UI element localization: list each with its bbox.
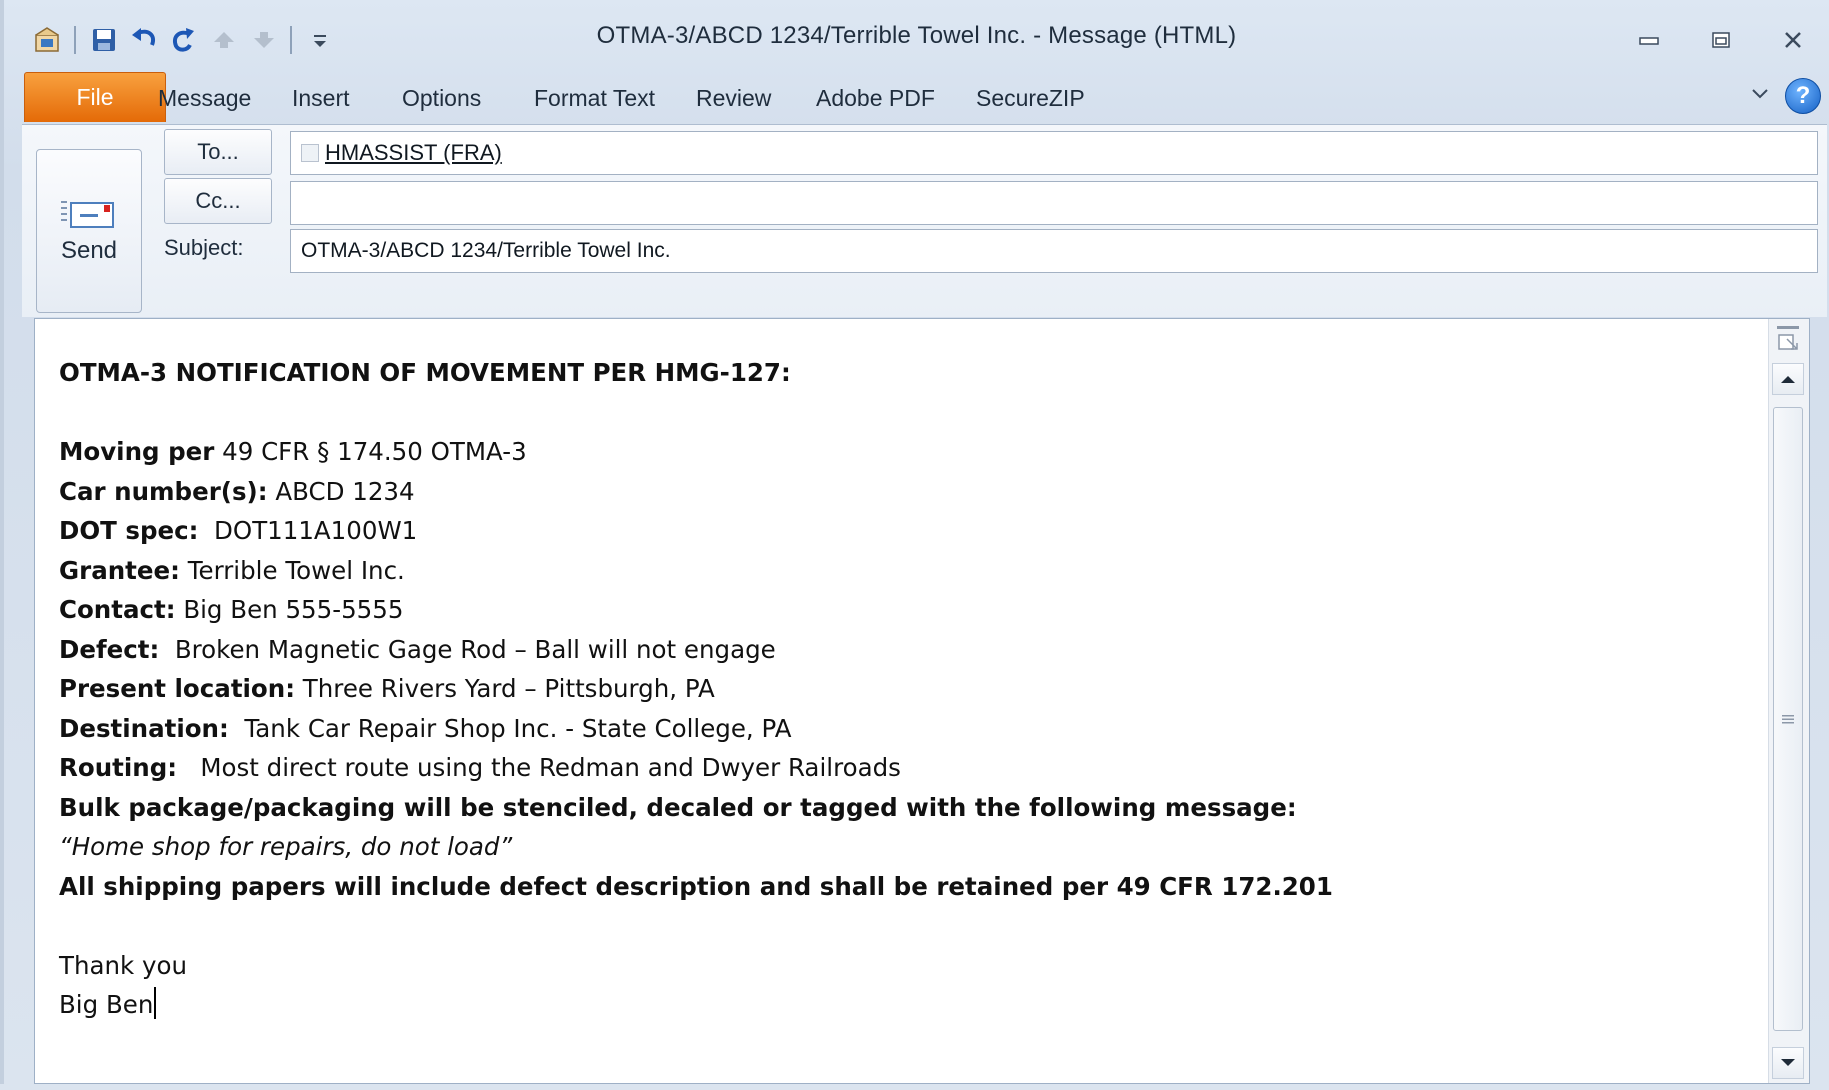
scroll-down-arrow-icon [1781,1059,1795,1066]
moving-per-value: 49 CFR § 174.50 OTMA-3 [214,437,527,466]
grantee-value: Terrible Towel Inc. [179,555,405,585]
chevron-down-icon [1752,88,1768,98]
close-button[interactable] [1757,18,1829,62]
view-ruler-icon[interactable] [1775,325,1801,355]
tab-options[interactable]: Options [402,72,481,122]
tab-file[interactable]: File [24,72,166,122]
tab-review[interactable]: Review [696,72,771,122]
minimize-button[interactable] [1613,18,1685,62]
grantee-label: Grantee: [59,555,180,585]
window-title: OTMA-3/ABCD 1234/Terrible Towel Inc. - M… [596,22,1237,49]
window-controls [1613,18,1829,62]
destination-label: Destination: [59,713,229,743]
subject-label: Subject: [164,235,244,260]
present-location-label: Present location: [59,674,296,703]
shipping-papers-statement: All shipping papers will include defect … [59,871,1333,901]
vertical-scrollbar[interactable] [1768,319,1809,1083]
closing-text: Thank you [59,950,188,980]
ribbon-tabs: File Message Insert Options Format Text … [20,72,1829,124]
message-body-editor[interactable]: OTMA-3 NOTIFICATION OF MOVEMENT PER HMG-… [34,318,1810,1084]
recipient-checkbox [301,144,319,162]
send-icon [61,201,114,228]
contact-label: Contact: [59,595,176,624]
maximize-icon [1712,32,1730,48]
scroll-thumb[interactable] [1773,407,1803,1031]
destination-value: Tank Car Repair Shop Inc. - State Colleg… [228,713,792,743]
minimize-icon [1639,37,1659,45]
scroll-down-button[interactable] [1772,1047,1804,1079]
scroll-up-button[interactable] [1772,363,1804,395]
defect-value: Broken Magnetic Gage Rod – Ball will not… [159,634,776,664]
scroll-grip-icon [1782,715,1794,724]
dot-spec-value: DOT111A100W1 [198,516,418,545]
subject-field[interactable]: OTMA-3/ABCD 1234/Terrible Towel Inc. [290,229,1818,273]
contact-value: Big Ben 555-5555 [175,595,404,624]
tab-format-text[interactable]: Format Text [534,72,655,122]
message-header: Send To... HMASSIST (FRA) Cc... Subject:… [22,124,1827,317]
help-icon[interactable]: ? [1785,78,1821,114]
expand-ribbon-button[interactable] [1751,87,1769,106]
stencil-instruction: Bulk package/packaging will be stenciled… [59,792,1297,822]
routing-label: Routing: [59,753,178,782]
recipient-hmassist[interactable]: HMASSIST (FRA) [301,140,502,166]
car-number-value: ABCD 1234 [267,476,415,506]
cc-field[interactable] [290,181,1818,225]
tab-message[interactable]: Message [158,72,251,122]
ribbon-right-controls: ? [1751,78,1821,114]
subject-text: OTMA-3/ABCD 1234/Terrible Towel Inc. [301,239,671,262]
maximize-button[interactable] [1685,18,1757,62]
close-icon [1785,32,1801,48]
stencil-message: “Home shop for repairs, do not load” [59,832,513,861]
to-button[interactable]: To... [164,129,272,175]
body-heading: OTMA-3 NOTIFICATION OF MOVEMENT PER HMG-… [59,358,791,387]
window-left-border [0,0,4,1090]
text-caret [154,987,157,1019]
scroll-up-arrow-icon [1781,376,1795,383]
dot-spec-label: DOT spec: [59,516,199,545]
routing-value: Most direct route using the Redman and D… [177,753,901,782]
recipient-name: HMASSIST (FRA) [325,140,502,165]
car-number-label: Car number(s): [59,476,268,506]
to-field[interactable]: HMASSIST (FRA) [290,131,1818,175]
tab-adobe-pdf[interactable]: Adobe PDF [816,72,935,122]
send-button[interactable]: Send [36,149,142,313]
moving-per-label: Moving per [59,437,215,466]
present-location-value: Three Rivers Yard – Pittsburgh, PA [295,674,715,703]
tab-insert[interactable]: Insert [292,72,350,122]
title-bar: OTMA-3/ABCD 1234/Terrible Towel Inc. - M… [4,0,1829,72]
cc-button[interactable]: Cc... [164,178,272,224]
message-body-text: OTMA-3 NOTIFICATION OF MOVEMENT PER HMG-… [59,353,1739,1025]
signature-text: Big Ben [59,990,154,1019]
outlook-message-window: OTMA-3/ABCD 1234/Terrible Towel Inc. - M… [0,0,1829,1090]
window-bottom-border [0,1084,1829,1090]
defect-label: Defect: [59,634,160,664]
tab-securezip[interactable]: SecureZIP [976,72,1085,122]
send-label: Send [60,237,118,264]
